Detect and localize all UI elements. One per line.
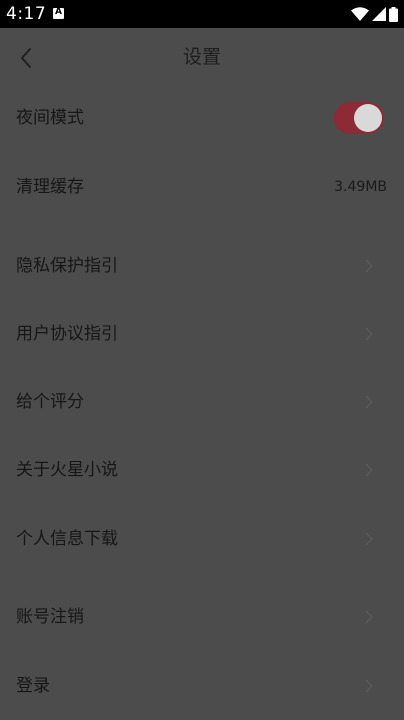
rate-row[interactable]: 给个评分 [0, 377, 404, 427]
login-label: 登录 [16, 676, 50, 696]
chevron-right-icon [365, 610, 373, 624]
about-row[interactable]: 关于火星小说 [0, 445, 404, 495]
cache-size-value: 3.49MB [334, 179, 387, 195]
night-mode-row: 夜间模式 [0, 93, 404, 143]
notification-a-icon [53, 7, 64, 19]
personal-info-download-row[interactable]: 个人信息下载 [0, 514, 404, 564]
chevron-right-icon [365, 463, 373, 477]
rate-label: 给个评分 [16, 392, 84, 412]
privacy-guide-label: 隐私保护指引 [16, 256, 118, 276]
wifi-icon [351, 7, 369, 21]
user-agreement-label: 用户协议指引 [16, 324, 118, 344]
app-header: 设置 [0, 28, 404, 86]
chevron-right-icon [365, 532, 373, 546]
clear-cache-row[interactable]: 清理缓存 3.49MB [0, 162, 404, 212]
night-mode-label: 夜间模式 [16, 108, 84, 128]
signal-icon [372, 7, 386, 21]
status-bar: 4:17 [0, 0, 404, 28]
chevron-right-icon [365, 327, 373, 341]
toggle-knob [354, 104, 382, 132]
about-label: 关于火星小说 [16, 460, 118, 480]
user-agreement-row[interactable]: 用户协议指引 [0, 309, 404, 359]
status-icons [351, 5, 398, 23]
night-mode-toggle[interactable] [334, 102, 384, 134]
login-row[interactable]: 登录 [0, 661, 404, 711]
clear-cache-label: 清理缓存 [16, 177, 84, 197]
personal-info-download-label: 个人信息下载 [16, 529, 118, 549]
account-cancel-label: 账号注销 [16, 607, 84, 627]
chevron-right-icon [365, 679, 373, 693]
account-cancel-row[interactable]: 账号注销 [0, 592, 404, 642]
privacy-guide-row[interactable]: 隐私保护指引 [0, 241, 404, 291]
chevron-right-icon [365, 395, 373, 409]
page-title: 设置 [182, 46, 221, 68]
chevron-right-icon [365, 259, 373, 273]
status-time: 4:17 [6, 4, 47, 24]
battery-icon [389, 6, 398, 22]
